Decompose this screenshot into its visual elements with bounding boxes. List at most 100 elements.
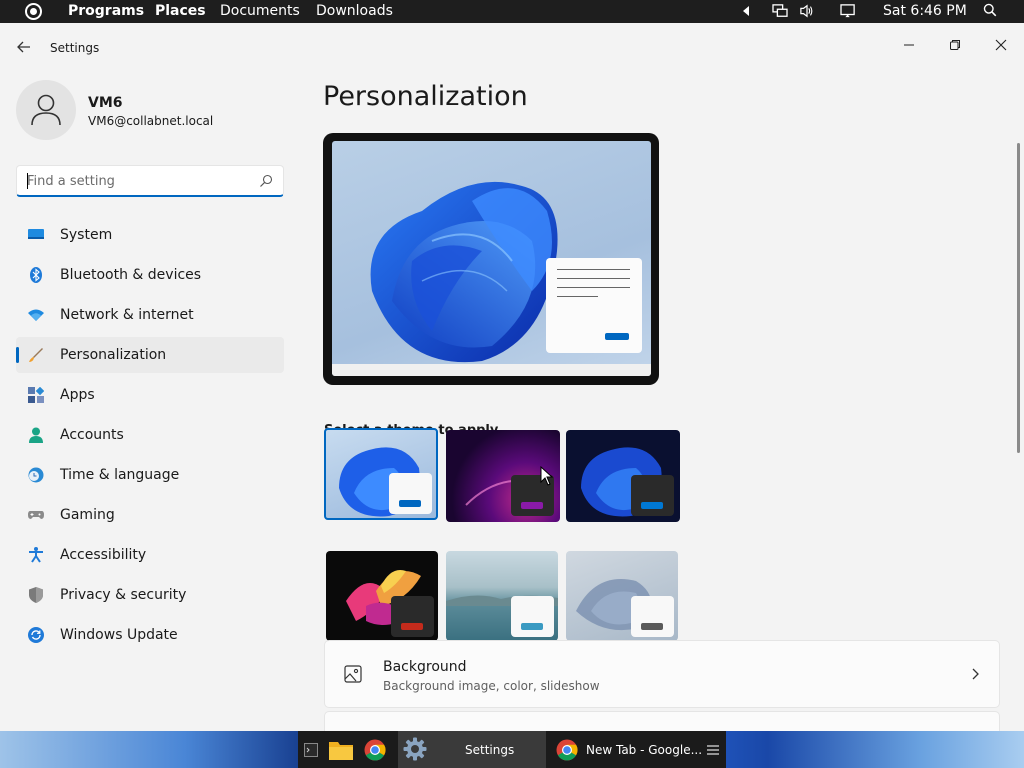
taskbar-menu[interactable]	[700, 731, 724, 768]
sidebar-item-personalization[interactable]: Personalization	[16, 337, 284, 373]
theme-mini-window	[391, 596, 434, 637]
sidebar-item-network[interactable]: Network & internet	[16, 297, 284, 333]
theme-accent-swatch	[521, 623, 543, 630]
theme-tile-captured-motion[interactable]	[326, 551, 438, 641]
close-icon	[995, 39, 1007, 51]
theme-accent-swatch	[399, 500, 421, 507]
taskbar-terminal[interactable]	[300, 731, 322, 768]
brush-icon	[29, 348, 43, 362]
theme-tile-windows-light[interactable]	[324, 428, 438, 520]
clock[interactable]: Sat 6:46 PM	[883, 3, 967, 19]
sidebar-item-accessibility[interactable]: Accessibility	[16, 537, 284, 573]
taskbar-chrome-window[interactable]: New Tab - Google...	[550, 731, 702, 768]
sidebar-item-label: Personalization	[60, 347, 167, 363]
mouse-cursor-icon	[540, 466, 554, 486]
network-icon[interactable]	[772, 4, 788, 18]
user-avatar-icon	[31, 94, 61, 126]
maximize-button[interactable]	[932, 29, 978, 61]
preview-window	[546, 258, 642, 353]
image-icon	[344, 665, 362, 683]
restore-icon	[950, 40, 960, 50]
sidebar-item-label: Network & internet	[60, 307, 194, 323]
close-button[interactable]	[978, 29, 1024, 61]
taskbar-chrome[interactable]	[360, 731, 390, 768]
top-panel: Programs Places Documents Downloads Sat …	[0, 0, 1024, 23]
terminal-icon	[304, 743, 318, 757]
update-icon	[28, 627, 44, 643]
wifi-icon	[28, 309, 44, 321]
preview-line	[557, 296, 598, 297]
sidebar-item-gaming[interactable]: Gaming	[16, 497, 284, 533]
window-title: Settings	[50, 41, 100, 55]
programs-menu[interactable]: Programs	[68, 3, 144, 19]
search-input[interactable]	[27, 171, 247, 191]
sidebar-item-bluetooth[interactable]: Bluetooth & devices	[16, 257, 284, 293]
search-box[interactable]	[16, 165, 284, 197]
sidebar-item-label: Privacy & security	[60, 587, 187, 603]
sidebar-item-label: Accessibility	[60, 547, 147, 563]
avatar[interactable]	[16, 80, 76, 140]
theme-mini-window	[631, 596, 674, 637]
taskbar-chrome-label: New Tab - Google...	[586, 743, 703, 757]
bluetooth-icon	[30, 267, 42, 283]
desktop-preview	[332, 141, 651, 376]
background-setting-card[interactable]: Background Background image, color, slid…	[324, 640, 1000, 708]
preview-taskbar	[332, 364, 651, 376]
back-arrow-icon[interactable]	[14, 37, 34, 57]
settings-window: Settings VM6 VM6@collabnet.local System …	[0, 23, 1024, 741]
theme-tile-windows-dark[interactable]	[566, 430, 680, 522]
theme-tile-flow[interactable]	[566, 551, 678, 641]
theme-accent-swatch	[521, 502, 543, 509]
sidebar-item-label: Time & language	[60, 467, 180, 483]
sidebar-item-privacy-security[interactable]: Privacy & security	[16, 577, 284, 613]
user-name: VM6	[88, 95, 123, 111]
shield-icon	[29, 587, 43, 603]
theme-accent-swatch	[641, 623, 663, 630]
background-subtitle: Background image, color, slideshow	[383, 679, 600, 693]
sidebar-nav: System Bluetooth & devices Network & int…	[16, 217, 284, 657]
speaker-icon[interactable]	[799, 4, 815, 18]
sidebar-item-system[interactable]: System	[16, 217, 284, 253]
chrome-icon	[364, 739, 386, 761]
theme-accent-swatch	[401, 623, 423, 630]
downloads-menu[interactable]: Downloads	[316, 3, 393, 19]
theme-mini-window	[631, 475, 674, 516]
theme-accent-swatch	[641, 502, 663, 509]
background-title: Background	[383, 659, 467, 675]
person-icon	[29, 427, 43, 443]
settings-gear-icon	[403, 737, 427, 761]
user-email: VM6@collabnet.local	[88, 114, 214, 128]
page-title: Personalization	[323, 81, 528, 112]
preview-accent-button	[605, 333, 629, 340]
display-icon[interactable]	[840, 4, 856, 18]
monitor-icon	[28, 229, 44, 239]
taskbar-settings[interactable]: Settings	[398, 731, 546, 768]
search-icon[interactable]	[982, 3, 998, 17]
apps-icon	[28, 387, 44, 403]
chrome-icon	[556, 739, 578, 761]
places-menu[interactable]: Places	[155, 3, 206, 19]
taskbar-settings-label: Settings	[465, 743, 515, 757]
gamepad-icon	[28, 511, 44, 519]
taskbar: Settings New Tab - Google...	[0, 731, 1024, 768]
sidebar-item-label: Bluetooth & devices	[60, 267, 202, 283]
taskbar-window-list: Settings New Tab - Google...	[298, 731, 726, 768]
sidebar-item-label: Apps	[60, 387, 95, 403]
accessibility-icon	[29, 547, 43, 563]
sidebar-item-apps[interactable]: Apps	[16, 377, 284, 413]
sidebar-item-time-language[interactable]: Time & language	[16, 457, 284, 493]
preview-line	[557, 287, 630, 288]
volume-arrow-icon[interactable]	[738, 4, 754, 18]
sidebar-item-accounts[interactable]: Accounts	[16, 417, 284, 453]
sidebar-item-windows-update[interactable]: Windows Update	[16, 617, 284, 653]
minimize-button[interactable]	[886, 29, 932, 61]
documents-menu[interactable]: Documents	[220, 3, 300, 19]
chevron-right-icon	[972, 668, 979, 680]
title-bar[interactable]: Settings	[0, 23, 1024, 71]
taskbar-files[interactable]	[326, 731, 356, 768]
theme-mini-window	[511, 596, 554, 637]
activities-icon[interactable]	[25, 3, 42, 20]
scrollbar[interactable]	[1017, 143, 1020, 453]
theme-tile-sunrise[interactable]	[446, 551, 558, 641]
search-icon[interactable]	[259, 174, 273, 188]
